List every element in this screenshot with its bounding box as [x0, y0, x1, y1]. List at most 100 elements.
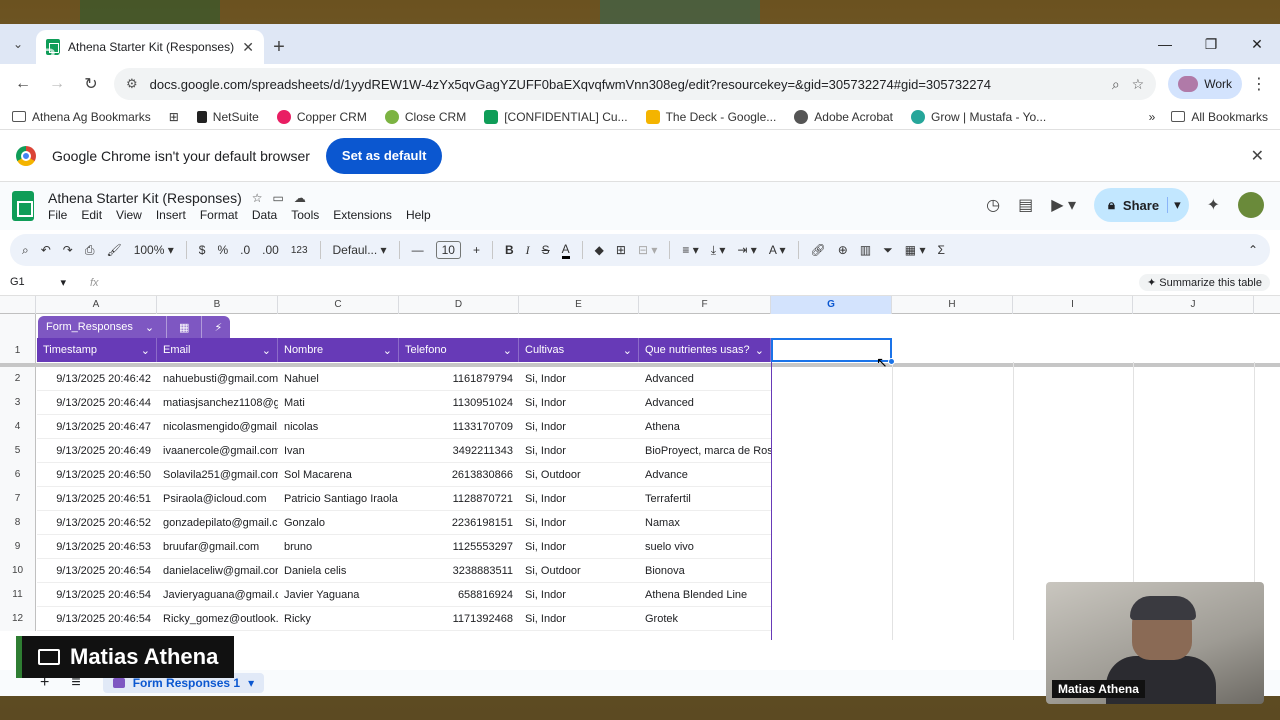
print-icon[interactable]: ⎙	[85, 243, 95, 258]
share-button[interactable]: 🔒︎ Share ▾	[1094, 188, 1189, 222]
column-dropdown-icon[interactable]: ⌄	[383, 344, 392, 357]
table-cell[interactable]: Athena Blended Line	[639, 583, 771, 607]
header-cell-timestamp[interactable]: Timestamp ⌄	[37, 338, 157, 362]
fill-color-icon[interactable]: ◆	[595, 243, 604, 257]
vertical-align-icon[interactable]: ⤓ ▾	[711, 243, 726, 258]
increase-decimal-button[interactable]: .00	[262, 243, 279, 257]
row-header[interactable]: 4	[0, 415, 36, 439]
table-cell[interactable]: 1133170709	[399, 415, 519, 439]
column-dropdown-icon[interactable]: ⌄	[262, 344, 271, 357]
table-cell[interactable]: 9/13/2025 20:46:54	[37, 607, 157, 631]
menu-insert[interactable]: Insert	[156, 208, 186, 222]
window-close-icon[interactable]: ✕	[1234, 24, 1280, 64]
column-dropdown-icon[interactable]: ⌄	[755, 344, 764, 357]
column-header-c[interactable]: C	[278, 296, 399, 314]
table-cell[interactable]: 9/13/2025 20:46:50	[37, 463, 157, 487]
comments-icon[interactable]: ▤	[1018, 195, 1033, 215]
document-title[interactable]: Athena Starter Kit (Responses)	[48, 190, 242, 206]
redo-icon[interactable]: ↷	[63, 243, 73, 257]
table-cell[interactable]: 1130951024	[399, 391, 519, 415]
menu-data[interactable]: Data	[252, 208, 277, 222]
table-cell[interactable]: Gonzalo	[278, 511, 399, 535]
table-cell[interactable]: BioProyect, marca de Rosa	[639, 439, 771, 463]
table-cell[interactable]: Advance	[639, 463, 771, 487]
filter-views-icon[interactable]: ▦ ▾	[905, 243, 926, 257]
paint-format-icon[interactable]: 🖌︎	[106, 243, 121, 257]
table-cell[interactable]: 658816924	[399, 583, 519, 607]
active-cell-g1[interactable]	[771, 338, 892, 362]
table-name-chip[interactable]: Form_Responses ⌄ ▦ ⚡︎	[38, 316, 231, 338]
percent-format-button[interactable]: %	[217, 243, 228, 257]
share-dropdown-icon[interactable]: ▾	[1167, 197, 1181, 213]
table-cell[interactable]: 2613830866	[399, 463, 519, 487]
column-header-e[interactable]: E	[519, 296, 639, 314]
table-cell[interactable]: ivaanercole@gmail.com	[157, 439, 278, 463]
header-cell-email[interactable]: Email ⌄	[157, 338, 278, 362]
bookmark-folder-athena[interactable]: Athena Ag Bookmarks	[12, 110, 151, 124]
table-cell[interactable]: Javieryaguana@gmail.c	[157, 583, 278, 607]
meet-video-icon[interactable]: ▶ ▾	[1051, 195, 1076, 215]
table-cell[interactable]: 9/13/2025 20:46:49	[37, 439, 157, 463]
bookmark-grow[interactable]: Grow | Mustafa - Yo...	[911, 109, 1046, 124]
bookmark-close[interactable]: Close CRM	[384, 109, 466, 124]
table-cell[interactable]: 9/13/2025 20:46:44	[37, 391, 157, 415]
column-header-j[interactable]: J	[1133, 296, 1254, 314]
strikethrough-icon[interactable]: S	[542, 243, 550, 257]
bookmark-adobe[interactable]: Adobe Acrobat	[794, 109, 893, 124]
search-menus-icon[interactable]: ⌕	[22, 243, 29, 258]
table-cell[interactable]: Daniela celis	[278, 559, 399, 583]
borders-icon[interactable]: ⊞	[616, 243, 626, 257]
table-cell[interactable]: gonzadepilato@gmail.c	[157, 511, 278, 535]
table-cell[interactable]: nicolasmengido@gmail.	[157, 415, 278, 439]
tab-close-icon[interactable]: ✕	[242, 39, 254, 56]
table-cell[interactable]: Terrafertil	[639, 487, 771, 511]
bookmark-confidential[interactable]: [CONFIDENTIAL] Cu...	[484, 109, 628, 124]
reload-icon[interactable]: ↻	[76, 69, 106, 99]
history-icon[interactable]: ◷	[986, 195, 1000, 215]
table-cell[interactable]: matiasjsanchez1108@g	[157, 391, 278, 415]
table-cell[interactable]: Advanced	[639, 367, 771, 391]
table-cell[interactable]: Si, Indor	[519, 607, 639, 631]
table-cell[interactable]: Si, Indor	[519, 487, 639, 511]
functions-icon[interactable]: Σ	[937, 243, 944, 257]
menu-edit[interactable]: Edit	[81, 208, 102, 222]
table-cell[interactable]: bruno	[278, 535, 399, 559]
all-bookmarks[interactable]: All Bookmarks	[1171, 110, 1268, 124]
table-cell[interactable]: Mati	[278, 391, 399, 415]
row-header[interactable]: 9	[0, 535, 36, 559]
table-cell[interactable]: Grotek	[639, 607, 771, 631]
table-cell[interactable]: 3238883511	[399, 559, 519, 583]
table-cell[interactable]: Sol Macarena	[278, 463, 399, 487]
table-cell[interactable]: Patricio Santiago Iraola	[278, 487, 399, 511]
column-header-g[interactable]: G	[771, 296, 892, 314]
table-cell[interactable]: Javier Yaguana	[278, 583, 399, 607]
menu-file[interactable]: File	[48, 208, 67, 222]
table-cell[interactable]: Psiraola@icloud.com	[157, 487, 278, 511]
table-cell[interactable]: Si, Outdoor	[519, 463, 639, 487]
table-view-icon[interactable]: ▦	[179, 321, 189, 334]
name-box[interactable]: G1 ▾	[10, 276, 74, 289]
table-cell[interactable]: 9/13/2025 20:46:42	[37, 367, 157, 391]
merge-cells-icon[interactable]: ⊟ ▾	[638, 243, 657, 257]
font-size-input[interactable]: 10	[435, 241, 461, 259]
browser-menu-icon[interactable]: ⋮	[1246, 74, 1272, 94]
table-cell[interactable]: Nahuel	[278, 367, 399, 391]
table-cell[interactable]: 9/13/2025 20:46:54	[37, 559, 157, 583]
table-cell[interactable]: Advanced	[639, 391, 771, 415]
collapse-toolbar-icon[interactable]: ⌃	[1248, 243, 1258, 257]
table-cell[interactable]: Si, Indor	[519, 535, 639, 559]
profile-button[interactable]: Work	[1168, 69, 1242, 99]
tab-search-icon[interactable]: ⌄	[0, 26, 36, 62]
column-header-b[interactable]: B	[157, 296, 278, 314]
insert-link-icon[interactable]: 🔗︎	[811, 243, 826, 257]
row-header[interactable]: 5	[0, 439, 36, 463]
account-avatar[interactable]	[1238, 192, 1264, 218]
zoom-select[interactable]: 100% ▾	[134, 243, 174, 257]
table-cell[interactable]: 9/13/2025 20:46:53	[37, 535, 157, 559]
restore-icon[interactable]: ❐	[1188, 24, 1234, 64]
more-formats-button[interactable]: 123	[291, 245, 308, 256]
insert-chart-icon[interactable]: ▥	[860, 243, 871, 257]
table-cell[interactable]: Si, Indor	[519, 391, 639, 415]
row-header[interactable]: 7	[0, 487, 36, 511]
apps-grid-icon[interactable]: ⊞	[169, 110, 179, 124]
